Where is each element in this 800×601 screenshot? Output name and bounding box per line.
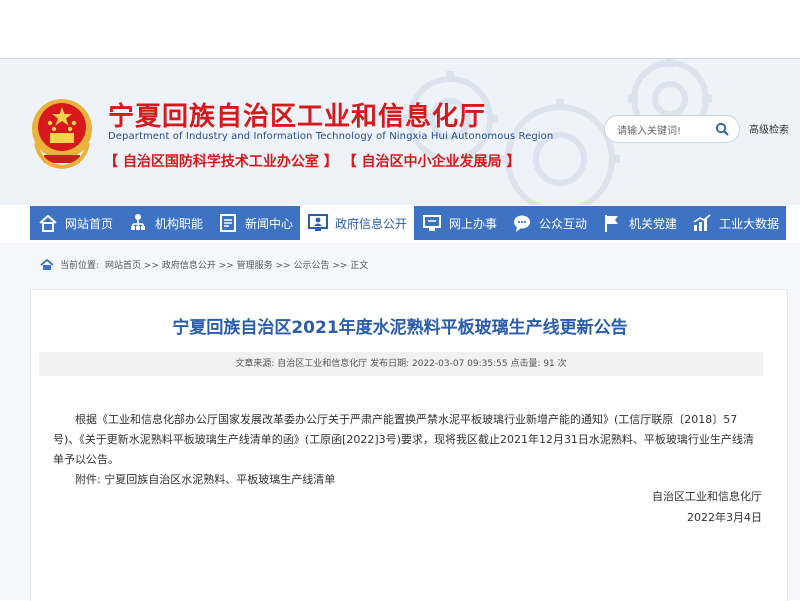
search-input[interactable]: 请输入关键词! [617, 122, 681, 137]
nav-label: 机关党建 [628, 216, 677, 231]
nav-label: 新闻中心 [244, 216, 293, 231]
flag-icon [604, 215, 618, 232]
nav-label: 网站首页 [64, 216, 113, 231]
nav-label: 公众互动 [538, 216, 587, 231]
national-emblem-logo [32, 99, 92, 169]
affiliated-offices: 【 自治区国防科学技术工业办公室 】 【 自治区中小企业发展局 】 [104, 154, 521, 170]
nav-item-news[interactable]: 新闻中心 [210, 206, 300, 240]
home-icon[interactable] [40, 258, 54, 271]
online-service-icon [422, 215, 441, 231]
article-body: 根据《工业和信息化部办公厅国家发展改革委办公厅关于严肃产能置换严禁水泥平板玻璃行… [53, 410, 763, 490]
article-paragraph: 根据《工业和信息化部办公厅国家发展改革委办公厅关于严肃产能置换严禁水泥平板玻璃行… [53, 413, 754, 466]
search-box[interactable]: 请输入关键词! [604, 115, 740, 143]
article-attachment[interactable]: 附件: 宁夏回族自治区水泥熟料、平板玻璃生产线清单 [53, 470, 763, 490]
chat-icon [513, 215, 530, 232]
site-title: 宁夏回族自治区工业和信息化厅 [108, 102, 487, 132]
nav-item-interaction[interactable]: 公众互动 [504, 206, 594, 240]
nav-label: 政府信息公开 [334, 216, 407, 231]
breadcrumb-path[interactable]: 网站首页 >> 政府信息公开 >> 管理服务 >> 公示公告 >> 正文 [105, 258, 368, 271]
main-nav: 网站首页 机构职能 新闻中心 政府信息公开 网上办事 公众互动 机关党建 工业大… [30, 206, 786, 240]
nav-item-org[interactable]: 机构职能 [120, 206, 210, 240]
search-icon[interactable] [715, 122, 729, 136]
nav-label: 网上办事 [448, 216, 497, 231]
breadcrumb-prefix: 当前位置: [60, 261, 100, 271]
home-icon [39, 214, 57, 232]
nav-item-home[interactable]: 网站首页 [30, 206, 120, 240]
nav-item-party[interactable]: 机关党建 [594, 206, 684, 240]
nav-label: 机构职能 [154, 216, 203, 231]
article-signature: 自治区工业和信息化厅 [652, 490, 762, 503]
advanced-search-link[interactable]: 高级检索 [749, 121, 789, 136]
article-title: 宁夏回族自治区2021年度水泥熟料平板玻璃生产线更新公告 [172, 318, 628, 338]
news-icon [219, 214, 236, 232]
site-english-subtitle: Department of Industry and Information T… [108, 131, 554, 142]
nav-item-gov-info[interactable]: 政府信息公开 [300, 206, 414, 240]
article-meta: 文章来源: 自治区工业和信息化厅 发布日期: 2022-03-07 09:35:… [39, 352, 763, 376]
nav-item-online-service[interactable]: 网上办事 [414, 206, 504, 240]
monitor-user-icon [307, 214, 328, 231]
chart-icon [693, 214, 711, 231]
breadcrumb: 当前位置: 网站首页 >> 政府信息公开 >> 管理服务 >> 公示公告 >> … [40, 258, 368, 271]
nav-label: 工业大数据 [718, 216, 779, 231]
nav-item-big-data[interactable]: 工业大数据 [684, 206, 786, 240]
article-date: 2022年3月4日 [687, 511, 762, 524]
org-chart-icon [130, 214, 145, 230]
